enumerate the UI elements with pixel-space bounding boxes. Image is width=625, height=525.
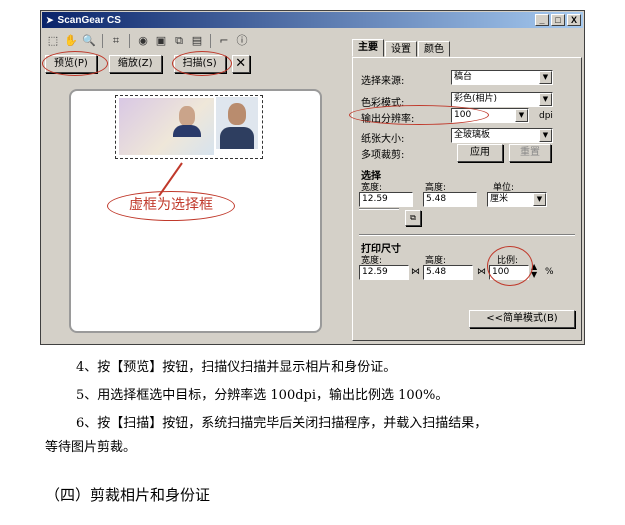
tab-main-body: 选择来源: 稿台 ▼ 色彩模式: 彩色(相片) ▼ 输出分辨率: 100 ▼ d… [349, 57, 582, 341]
highlight-scale-oval [487, 246, 533, 286]
step-6-continuation: 等待图片剪裁。 [45, 440, 137, 455]
color-mode-select[interactable]: 彩色(相片) ▼ [451, 92, 553, 107]
highlight-resolution-oval [349, 105, 489, 125]
color-mode-value: 彩色(相片) [454, 94, 498, 104]
chevron-down-icon: ▼ [539, 71, 552, 84]
chevron-down-icon: ▼ [515, 109, 528, 122]
link-icon[interactable]: ⋈ [411, 267, 420, 277]
info-icon[interactable]: ⓘ [234, 33, 250, 49]
select-height-input[interactable]: 5.48 [423, 192, 477, 207]
step-4-text: 4、按【预览】按钮，扫描仪扫描并显示相片和身份证。 [76, 360, 397, 375]
select-width-input[interactable]: 12.59 [359, 192, 413, 207]
rotate-tool-icon[interactable]: ⌐ [216, 33, 232, 49]
zoom-button[interactable]: 缩放(Z) [108, 55, 162, 73]
toolbar-divider [210, 34, 211, 48]
window-title: ScanGear CS [57, 14, 121, 26]
unit-value: 厘米 [490, 194, 509, 204]
selection-callout: 虚框为选择框 [107, 191, 235, 221]
tab-settings[interactable]: 设置 [385, 41, 417, 57]
hand-tool-icon[interactable]: ✋ [63, 33, 79, 49]
toolbar-divider [102, 34, 103, 48]
section-divider [359, 234, 575, 236]
unit-select[interactable]: 厘米 ▼ [487, 192, 547, 207]
highlight-preview-oval [42, 51, 108, 76]
tab-bar: 主要 设置 颜色 [352, 39, 451, 57]
percent-sign: % [545, 267, 554, 277]
multi-tool-icon[interactable]: ▣ [153, 33, 169, 49]
tab-color[interactable]: 颜色 [418, 41, 450, 57]
chevron-down-icon: ▼ [539, 129, 552, 142]
select-tool-icon[interactable]: ⬚ [45, 33, 61, 49]
window-controls: _ □ X [535, 14, 581, 26]
toolbar-divider [129, 34, 130, 48]
copy-tool-icon[interactable]: ⧉ [171, 33, 187, 49]
tab-main[interactable]: 主要 [352, 39, 384, 57]
copy-size-icon[interactable]: ⧉ [405, 210, 421, 226]
crop-tool-icon[interactable]: ⌗ [108, 33, 124, 49]
maximize-button[interactable]: □ [551, 14, 565, 26]
section-divider [359, 208, 399, 210]
minimize-button[interactable]: _ [535, 14, 549, 26]
step-5-text: 5、用选择框选中目标，分辨率选 100dpi，输出比例选 100%。 [76, 388, 449, 403]
link-icon[interactable]: ⋈ [477, 267, 486, 277]
frame-tool-icon[interactable]: ▤ [189, 33, 205, 49]
close-window-button[interactable]: X [567, 14, 581, 26]
paper-size-value: 全玻璃板 [454, 130, 491, 140]
resolution-unit: dpi [539, 111, 553, 121]
scangear-window: ➤ ScanGear CS _ □ X ⬚ ✋ 🔍 ⌗ ◉ ▣ ⧉ ▤ ⌐ ⓘ … [40, 10, 585, 345]
apply-button[interactable]: 应用 [457, 144, 503, 162]
app-icon: ➤ [46, 14, 54, 25]
title-bar: ➤ ScanGear CS _ □ X [42, 12, 583, 28]
chevron-down-icon: ▼ [539, 93, 552, 106]
reset-button[interactable]: 重置 [509, 144, 551, 162]
clear-preview-button[interactable]: ✕ [231, 55, 250, 73]
settings-panel: 主要 设置 颜色 选择来源: 稿台 ▼ 色彩模式: 彩色(相片) ▼ 输出分辨率… [349, 39, 582, 341]
print-height-input[interactable]: 5.48 [423, 265, 473, 280]
source-label: 选择来源: [361, 76, 405, 87]
simple-mode-button[interactable]: <<简单模式(B) [469, 310, 575, 328]
highlight-scan-oval [172, 51, 232, 76]
toolbar: ⬚ ✋ 🔍 ⌗ ◉ ▣ ⧉ ▤ ⌐ ⓘ [45, 31, 250, 51]
selection-frame[interactable] [115, 95, 263, 159]
paper-size-label: 纸张大小: [361, 134, 405, 145]
chevron-down-icon: ▼ [533, 193, 546, 206]
paper-size-select[interactable]: 全玻璃板 ▼ [451, 128, 553, 143]
section-heading: （四）剪裁相片和身份证 [45, 486, 211, 504]
print-width-input[interactable]: 12.59 [359, 265, 409, 280]
zoom-tool-icon[interactable]: 🔍 [81, 33, 97, 49]
source-select[interactable]: 稿台 ▼ [451, 70, 553, 85]
auto-tool-icon[interactable]: ◉ [135, 33, 151, 49]
preview-area[interactable]: 虚框为选择框 [69, 89, 322, 333]
step-6-text: 6、按【扫描】按钮，系统扫描完毕后关闭扫描程序，并载入扫描结果， [76, 416, 488, 431]
multi-crop-label: 多项裁剪: [361, 150, 405, 161]
source-value: 稿台 [454, 72, 473, 82]
